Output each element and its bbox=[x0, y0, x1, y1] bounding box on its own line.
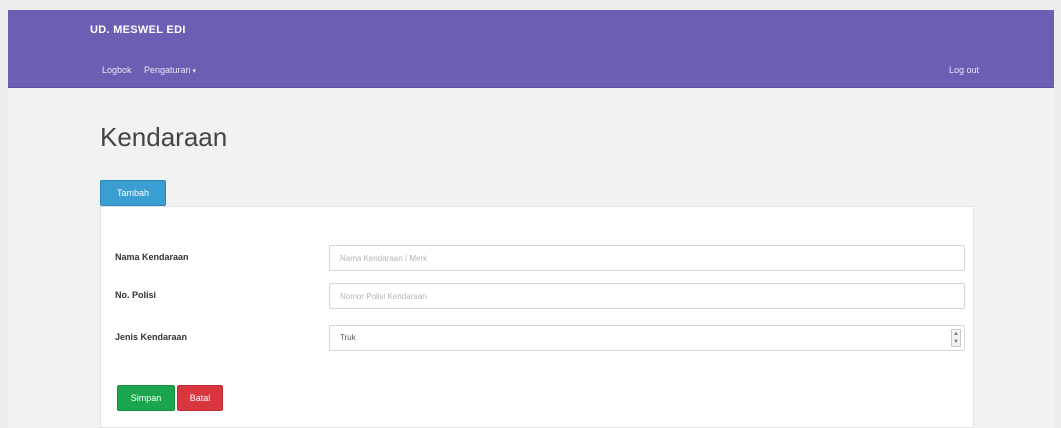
chevron-down-icon: ▾ bbox=[192, 68, 197, 75]
add-tab-button[interactable]: Tambah bbox=[100, 180, 166, 206]
form-row-jenis-kendaraan: Jenis Kendaraan Truk ▲ ▼ bbox=[101, 325, 973, 351]
top-navbar: UD. MESWEL EDI Logbok Pengaturan ▾ Log ou… bbox=[8, 10, 1054, 88]
field-label: No. Polisi bbox=[115, 290, 157, 300]
vehicle-name-input[interactable] bbox=[329, 245, 965, 271]
page-title: Kendaraan bbox=[100, 122, 228, 152]
field-label: Nama Kendaraan bbox=[115, 252, 189, 262]
nav-link-label: Pengaturan bbox=[144, 65, 191, 75]
form-panel: Nama Kendaraan No. Polisi Jenis Kendaraa… bbox=[100, 206, 974, 428]
license-plate-input[interactable] bbox=[329, 283, 965, 309]
select-value: Truk bbox=[340, 333, 356, 342]
form-row-no-polisi: No. Polisi bbox=[101, 283, 973, 309]
save-button[interactable]: Simpan bbox=[117, 385, 175, 411]
form-row-nama-kendaraan: Nama Kendaraan bbox=[101, 245, 973, 271]
nav-dropdown-pengaturan[interactable]: Pengaturan ▾ bbox=[144, 65, 196, 75]
logout-link[interactable]: Log out bbox=[949, 65, 979, 75]
vehicle-type-select[interactable]: Truk ▲ ▼ bbox=[329, 325, 965, 351]
nav-link-label: Logbok bbox=[102, 65, 132, 75]
cancel-button[interactable]: Batal bbox=[177, 385, 223, 411]
nav-link-logbok[interactable]: Logbok bbox=[102, 65, 132, 75]
brand-title[interactable]: UD. MESWEL EDI bbox=[90, 24, 186, 36]
field-label: Jenis Kendaraan bbox=[115, 332, 188, 342]
select-arrows-icon[interactable]: ▲ ▼ bbox=[951, 329, 961, 347]
app-frame: UD. MESWEL EDI Logbok Pengaturan ▾ Log ou… bbox=[8, 10, 1054, 428]
